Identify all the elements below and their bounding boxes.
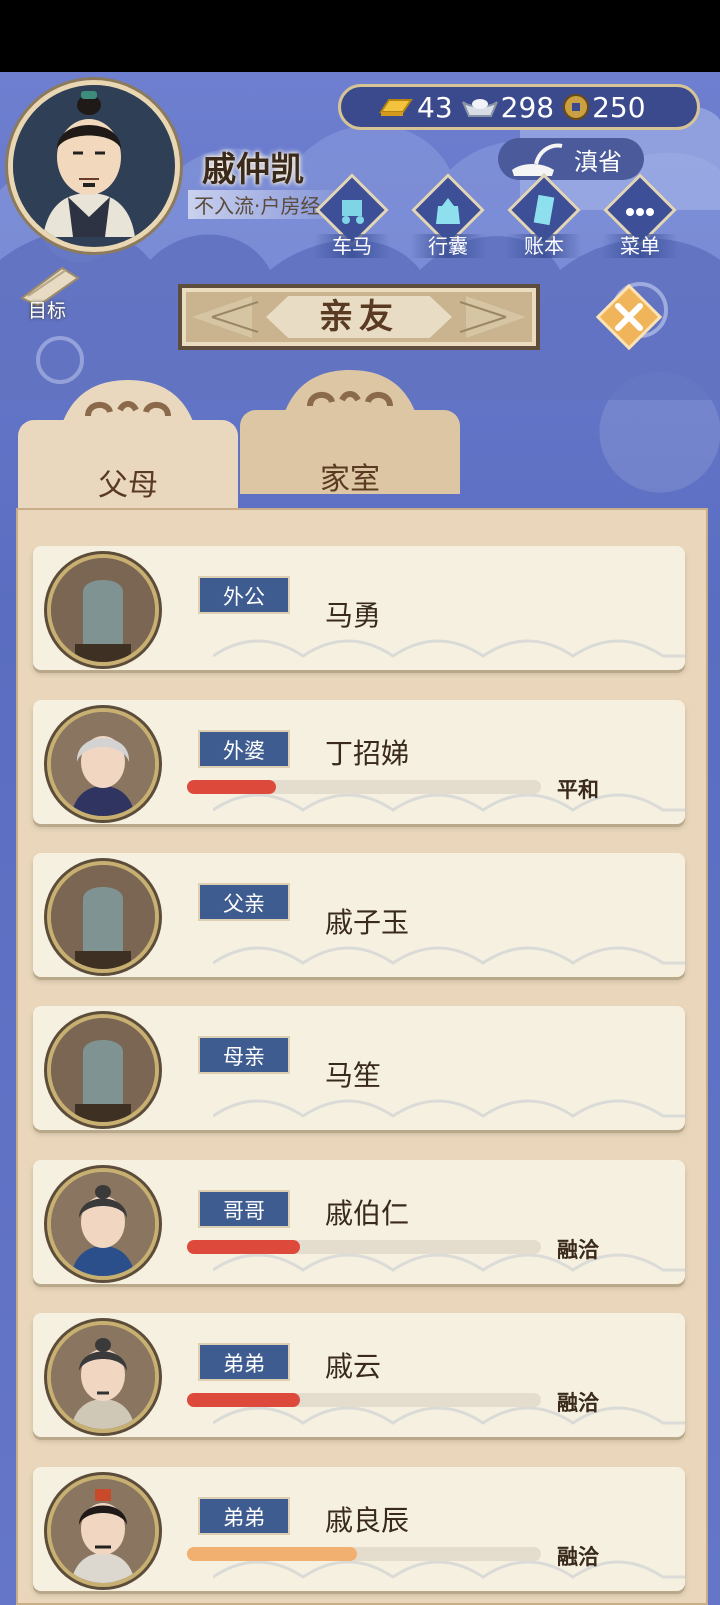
player-avatar[interactable]	[8, 80, 180, 252]
menu-label: 车马	[314, 234, 390, 258]
affinity-fill	[187, 1240, 301, 1254]
affinity-bar	[187, 1240, 541, 1254]
main-menu-button[interactable]: 菜单	[598, 173, 682, 260]
close-button[interactable]	[594, 282, 664, 352]
official-hat-icon	[512, 143, 563, 176]
brother-portrait	[47, 1321, 159, 1433]
tab-label: 家室	[320, 462, 380, 497]
silver-amount: 298	[500, 90, 555, 124]
goal-label: 目标	[28, 300, 67, 322]
mood-label: 平和	[557, 778, 599, 802]
affinity-fill	[187, 780, 276, 794]
member-card[interactable]: 外婆 丁招娣 平和	[33, 700, 685, 824]
portrait-man-icon	[51, 1479, 155, 1583]
currency-bar: 43 298 250	[338, 84, 700, 130]
portrait-man-icon	[51, 1172, 155, 1276]
affinity-bar	[187, 780, 541, 794]
member-name: 戚良辰	[325, 1504, 410, 1537]
relation-badge: 弟弟	[198, 1343, 290, 1381]
affinity-bar	[187, 1547, 541, 1561]
wave-pattern	[213, 1099, 685, 1118]
brother-portrait	[47, 1475, 159, 1587]
gold-counter: 43	[377, 91, 453, 124]
silver-ingot-icon	[461, 99, 498, 117]
province-label: 滇省	[574, 147, 622, 176]
tombstone-icon	[51, 558, 155, 662]
relation-badge: 母亲	[198, 1036, 290, 1074]
tombstone-portrait	[47, 1014, 159, 1126]
portrait-man-icon	[51, 1325, 155, 1429]
ledger-icon	[533, 194, 555, 226]
member-card[interactable]: 父亲 戚子玉	[33, 853, 685, 977]
portrait-woman-icon	[51, 712, 155, 816]
tab-label: 父母	[98, 468, 158, 503]
relation-badge: 外公	[198, 576, 290, 614]
mood-label: 融洽	[557, 1238, 599, 1262]
player-name: 戚仲凯	[202, 150, 304, 190]
member-name: 戚伯仁	[325, 1197, 410, 1230]
carriage-button[interactable]: 车马	[310, 173, 394, 260]
member-card[interactable]: 哥哥 戚伯仁 融洽	[33, 1160, 685, 1284]
goal-button[interactable]: 目标	[12, 262, 88, 322]
tab-family[interactable]: 家室	[240, 362, 460, 504]
more-icon	[626, 208, 654, 216]
member-card[interactable]: 弟弟 戚良辰 融洽	[33, 1467, 685, 1591]
member-name: 戚子玉	[325, 906, 410, 939]
menu-label: 菜单	[602, 234, 678, 258]
relation-badge: 哥哥	[198, 1190, 290, 1228]
header-title: 亲友	[266, 296, 452, 338]
tab-parents[interactable]: 父母	[18, 372, 238, 514]
menu-label: 行囊	[410, 234, 486, 258]
brother-portrait	[47, 1168, 159, 1280]
coin-counter: 250	[562, 90, 646, 124]
mood-label: 融洽	[557, 1545, 599, 1569]
tombstone-icon	[51, 1018, 155, 1122]
silver-counter: 298	[461, 91, 554, 124]
member-card[interactable]: 外公 马勇	[33, 546, 685, 670]
affinity-bar	[187, 1393, 541, 1407]
gold-amount: 43	[417, 90, 453, 124]
mood-label: 融洽	[557, 1391, 599, 1415]
member-name: 丁招娣	[325, 737, 410, 770]
relation-badge: 父亲	[198, 883, 290, 921]
province-button[interactable]: 滇省	[498, 138, 644, 180]
tombstone-portrait	[47, 554, 159, 666]
wave-pattern	[213, 639, 685, 658]
coin-amount: 250	[592, 90, 646, 124]
member-card[interactable]: 弟弟 戚云 融洽	[33, 1313, 685, 1437]
bag-icon	[436, 198, 460, 224]
affinity-fill	[187, 1393, 301, 1407]
status-bar	[0, 0, 720, 72]
ledger-button[interactable]: 账本	[502, 173, 586, 260]
member-name: 马勇	[325, 599, 382, 632]
affinity-fill	[187, 1547, 357, 1561]
tombstone-portrait	[47, 861, 159, 973]
member-name: 马笙	[325, 1059, 382, 1092]
close-icon	[595, 283, 663, 351]
tombstone-icon	[51, 865, 155, 969]
gold-bar-icon	[379, 99, 413, 116]
relation-badge: 弟弟	[198, 1497, 290, 1535]
bag-button[interactable]: 行囊	[406, 173, 490, 260]
relation-badge: 外婆	[198, 730, 290, 768]
grandmother-portrait	[47, 708, 159, 820]
copper-coin-icon	[563, 94, 590, 120]
portrait-man-icon	[13, 85, 165, 237]
wave-pattern	[213, 946, 685, 965]
menu-label: 账本	[506, 234, 582, 258]
member-card[interactable]: 母亲 马笙	[33, 1006, 685, 1130]
section-header: 亲友	[178, 284, 540, 350]
carriage-icon	[342, 200, 364, 224]
member-name: 戚云	[325, 1350, 382, 1383]
